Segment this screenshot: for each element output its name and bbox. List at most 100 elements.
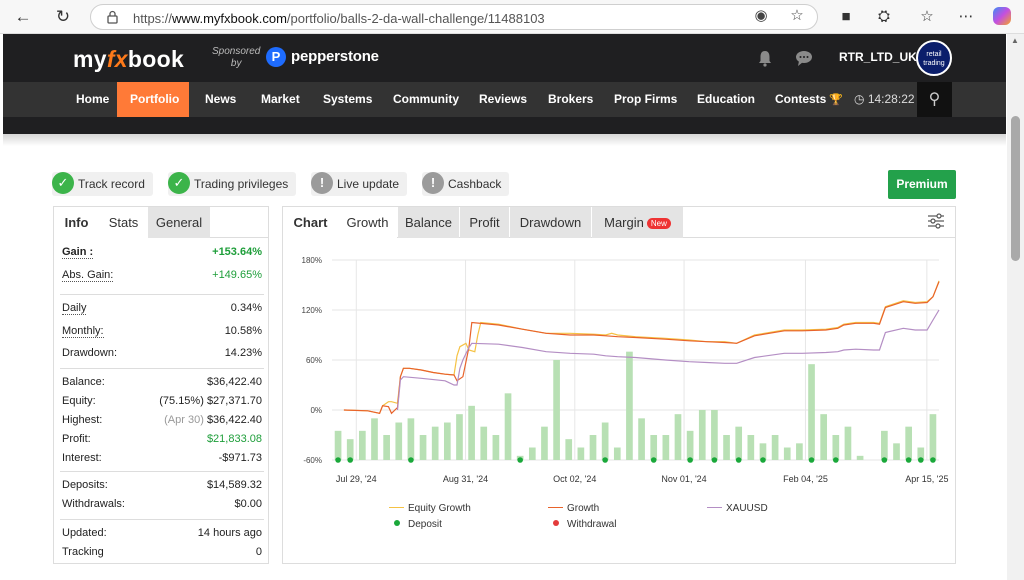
growth-bar [856, 455, 864, 460]
divider [60, 519, 264, 520]
nav-systems[interactable]: Systems [310, 82, 385, 117]
check-icon: ✓ [168, 172, 190, 194]
x-tick-label: Oct 02, '24 [553, 474, 596, 484]
notification-bell-icon[interactable] [757, 49, 773, 67]
deposit-marker [760, 457, 766, 463]
deposit-marker [808, 457, 815, 463]
growth-bar [371, 418, 378, 460]
deposit-marker [833, 457, 839, 463]
lock-icon[interactable] [107, 10, 118, 24]
pepperstone-logo-icon[interactable]: P [266, 47, 286, 67]
deposit-marker [905, 457, 912, 463]
growth-bar [553, 360, 560, 460]
growth-bar [881, 430, 888, 460]
nav-portfolio[interactable]: Portfolio [117, 82, 189, 117]
growth-bar [905, 426, 912, 460]
legend-deposit[interactable]: Deposit [389, 519, 442, 530]
legend-withdrawal[interactable]: Withdrawal [548, 519, 616, 530]
pepperstone-logo[interactable]: pepperstone [291, 48, 379, 65]
extensions-icon[interactable]: ⛭ [874, 7, 894, 27]
chart-settings-sliders-icon[interactable] [927, 212, 945, 230]
deposit-marker [347, 457, 354, 463]
nav-market[interactable]: Market [248, 82, 313, 117]
nav-reviews[interactable]: Reviews [466, 82, 540, 117]
page-scrollbar[interactable]: ▲ [1007, 34, 1024, 580]
series-line-equity-growth [343, 280, 940, 414]
growth-bar [735, 426, 743, 460]
address-bar[interactable]: https://www.myfxbook.com/portfolio/balls… [90, 4, 818, 30]
growth-bar [419, 435, 427, 460]
scrollbar-thumb[interactable] [1011, 116, 1020, 261]
search-button[interactable]: ⚲ [917, 82, 952, 117]
growth-bar [395, 422, 403, 460]
growth-bar [638, 418, 645, 460]
growth-bar [589, 435, 597, 460]
y-tick-label: -60% [303, 456, 322, 465]
deposit-marker [881, 457, 888, 463]
nav-news[interactable]: News [192, 82, 249, 117]
growth-bar [723, 435, 730, 460]
messages-icon[interactable] [795, 49, 813, 67]
growth-bar [443, 422, 451, 460]
username[interactable]: RTR_LTD_UK [839, 50, 917, 64]
scroll-up-arrow-icon[interactable]: ▲ [1011, 36, 1019, 45]
url-text[interactable]: https://www.myfxbook.com/portfolio/balls… [133, 11, 545, 26]
y-tick-label: 180% [302, 256, 322, 265]
nav-brokers[interactable]: Brokers [535, 82, 606, 117]
legend-growth[interactable]: Growth [548, 503, 599, 514]
nav-prop-firms[interactable]: Prop Firms [601, 82, 690, 117]
growth-bar [747, 435, 755, 460]
back-arrow-icon[interactable]: ← [12, 6, 34, 28]
growth-bar [626, 351, 633, 460]
cashback-badge[interactable]: ! Cashback [422, 172, 510, 196]
withdrawal-swatch [553, 520, 559, 526]
trading-privileges-badge[interactable]: ✓ Trading privileges [168, 172, 297, 196]
growth-bar [565, 439, 573, 460]
nav-education[interactable]: Education [684, 82, 768, 117]
track-record-badge[interactable]: ✓ Track record [52, 172, 153, 196]
favorite-star-icon[interactable]: ☆ [787, 6, 807, 26]
refresh-icon[interactable]: ↻ [52, 6, 74, 28]
deposit-marker [335, 457, 341, 463]
growth-chart: 180% 120% 60% 0% -60% Jul 29, '24 Aug 31, '24 O… [302, 256, 949, 484]
deposit-marker [930, 457, 936, 463]
tab-balance[interactable]: Balance [398, 207, 459, 238]
legend-equity-growth[interactable]: Equity Growth [389, 503, 471, 514]
growth-bar [346, 439, 354, 460]
deposit-marker [602, 457, 608, 463]
copilot-icon[interactable] [993, 7, 1011, 25]
series-line-growth [343, 281, 940, 415]
growth-bar [492, 435, 500, 460]
legend-xauusd[interactable]: XAUUSD [707, 503, 768, 514]
tab-stats[interactable]: Stats [99, 207, 148, 238]
tab-general[interactable]: General [148, 207, 210, 238]
tab-profit[interactable]: Profit [460, 207, 509, 238]
favorites-list-icon[interactable]: ☆ [917, 7, 937, 27]
deposit-swatch [394, 520, 400, 526]
reader-icon[interactable]: ◉ [751, 6, 771, 26]
tab-info[interactable]: Info [54, 207, 99, 238]
deposit-marker [687, 457, 693, 463]
tab-drawdown[interactable]: Drawdown [510, 207, 591, 238]
tab-margin[interactable]: Margin New [592, 207, 683, 238]
tab-chart[interactable]: Chart [283, 207, 338, 238]
nav-contests[interactable]: Contests 🏆 [762, 82, 856, 117]
avatar[interactable]: retail trading [916, 40, 952, 76]
tab-growth[interactable]: Growth [338, 207, 397, 238]
premium-button[interactable]: Premium [888, 170, 956, 199]
nav-community[interactable]: Community [380, 82, 472, 117]
myfxbook-logo[interactable]: myfxbook [73, 46, 184, 73]
clock-icon: ◷ [854, 92, 865, 106]
header-shadow [3, 134, 1006, 146]
live-update-badge[interactable]: ! Live update [311, 172, 408, 196]
collections-icon[interactable]: ■ [836, 7, 856, 27]
growth-bar [820, 414, 828, 460]
growth-bar [796, 443, 803, 460]
x-tick-label: Feb 04, '25 [783, 474, 828, 484]
more-options-icon[interactable]: ⋯ [956, 7, 976, 27]
x-tick-label: Jul 29, '24 [336, 474, 377, 484]
trophy-icon: 🏆 [829, 94, 844, 106]
nav-home[interactable]: Home [63, 82, 122, 117]
deposit-marker [711, 457, 718, 463]
growth-bar [383, 435, 390, 460]
